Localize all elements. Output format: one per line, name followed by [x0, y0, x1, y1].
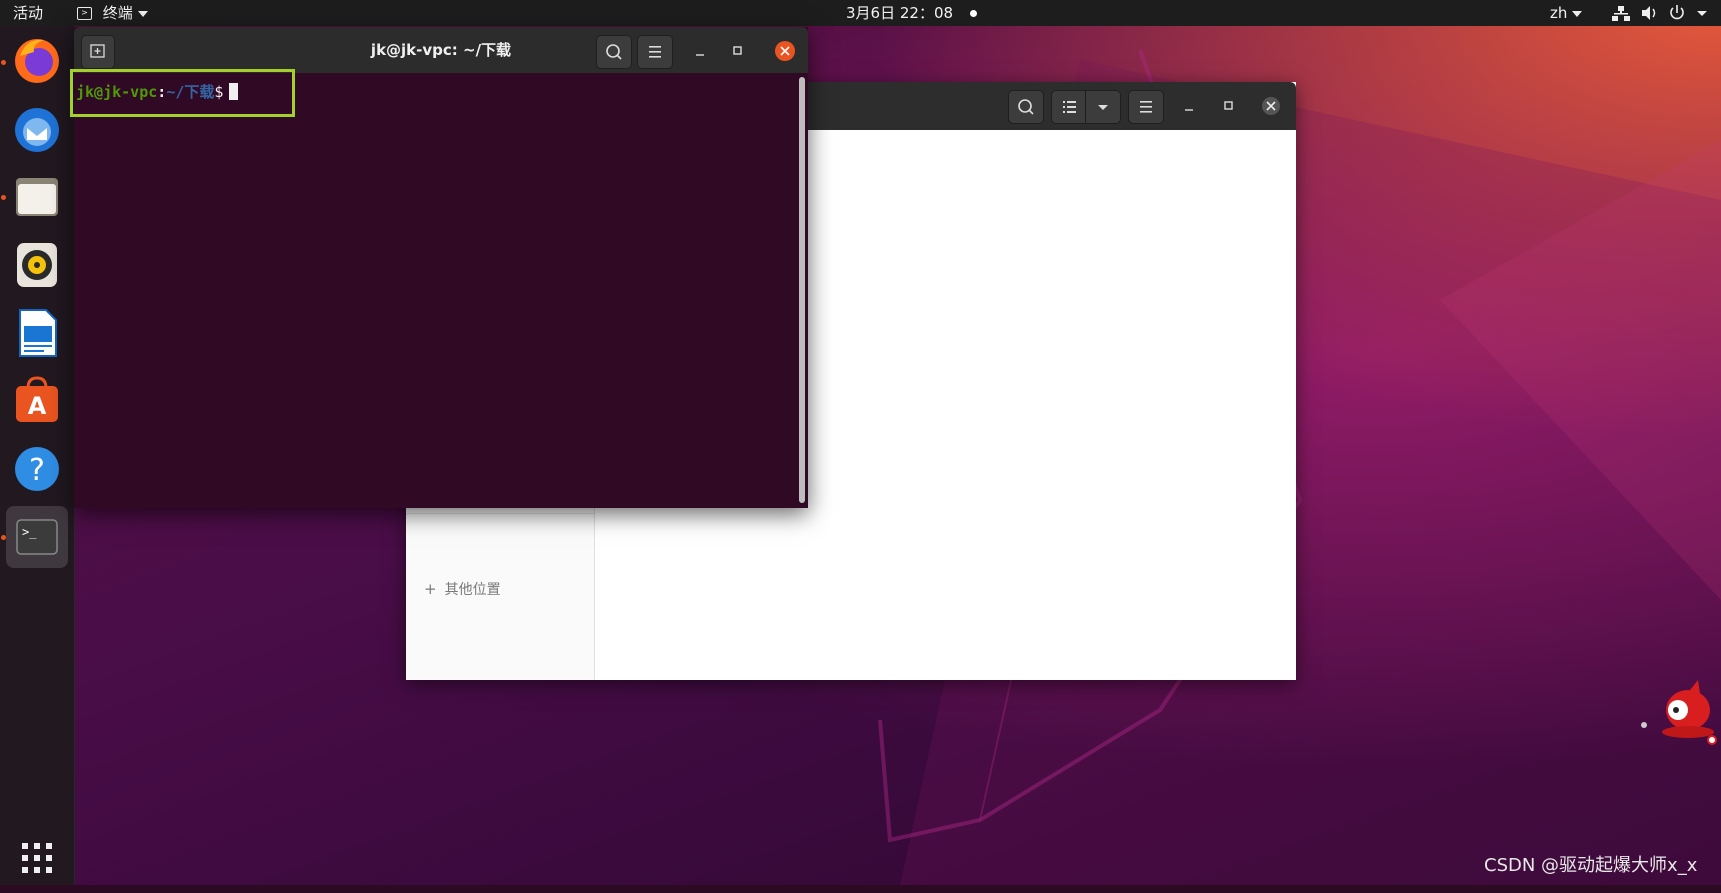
terminal-menu-button[interactable] [637, 35, 673, 69]
svg-text:A: A [28, 392, 47, 420]
files-search-button[interactable] [1008, 90, 1044, 124]
hamburger-menu-icon [649, 46, 661, 58]
chevron-down-icon [137, 10, 148, 17]
terminal-small-icon: > [77, 7, 92, 20]
mascot-icon [1641, 680, 1717, 745]
app-grid-icon [22, 843, 52, 873]
system-tray-icons [1612, 5, 1707, 21]
activities-button[interactable]: 活动 [13, 0, 43, 26]
terminal-window-controls [696, 41, 795, 61]
folder-icon [16, 178, 58, 216]
dock-item-software[interactable]: A [6, 370, 68, 432]
sidebar-item-label: 其他位置 [444, 582, 501, 598]
document-icon [19, 309, 57, 357]
dock-item-thunderbird[interactable] [6, 98, 68, 160]
dock-item-help[interactable]: ? [6, 438, 68, 500]
new-tab-button[interactable] [81, 35, 115, 69]
language-label: zh [1550, 4, 1568, 22]
sidebar-divider [406, 513, 594, 514]
top-bar: 活动 > 终端 3月6日 22：08 zh [0, 0, 1721, 26]
speaker-icon [17, 243, 57, 287]
maximize-icon [733, 46, 742, 55]
dock-item-rhythmbox[interactable] [6, 234, 68, 296]
network-icon [1612, 6, 1630, 21]
list-view-icon [1063, 101, 1076, 113]
terminal-search-button[interactable] [596, 35, 632, 69]
terminal-icon: >_ [16, 519, 58, 555]
hamburger-menu-icon [1140, 101, 1152, 113]
svg-text:>_: >_ [22, 525, 37, 539]
volume-icon [1642, 6, 1656, 20]
plus-icon: + [424, 580, 437, 598]
sidebar-item-other-places[interactable]: + 其他位置 [424, 579, 501, 599]
svg-text:?: ? [29, 453, 45, 488]
thunderbird-icon [15, 108, 59, 152]
clock-text: 3月6日 22：08 [846, 4, 954, 22]
dock: A ? >_ [0, 26, 75, 885]
chevron-down-icon [1572, 10, 1583, 17]
maximize-icon [1224, 101, 1233, 110]
files-view-options-button[interactable] [1085, 90, 1121, 124]
annotation-highlight-box [70, 69, 295, 117]
show-applications-button[interactable] [6, 827, 68, 889]
search-icon [606, 44, 622, 60]
files-window-controls [1185, 97, 1280, 115]
clock[interactable]: 3月6日 22：08 [846, 0, 977, 26]
system-menu[interactable] [1612, 0, 1712, 26]
language-indicator[interactable]: zh [1550, 0, 1583, 26]
terminal-output[interactable]: jk@jk-vpc:~/下载$ [74, 73, 808, 508]
notification-dot-icon [969, 10, 977, 17]
app-menu[interactable]: > 终端 [77, 0, 148, 26]
files-menu-button[interactable] [1128, 90, 1164, 124]
app-menu-label: 终端 [102, 4, 133, 22]
watermark: CSDN @驱动起爆大师x_x [1484, 855, 1698, 876]
dock-item-files[interactable] [6, 166, 68, 228]
shopping-bag-icon: A [16, 376, 58, 422]
search-icon [1018, 99, 1034, 115]
help-icon: ? [15, 447, 59, 491]
power-icon [1670, 5, 1684, 20]
dock-item-firefox[interactable] [6, 30, 68, 92]
chevron-down-icon [1697, 11, 1707, 16]
terminal-headerbar: jk@jk-vpc: ~/下载 [74, 27, 808, 73]
firefox-icon [15, 39, 59, 83]
dock-item-terminal[interactable]: >_ [6, 506, 68, 568]
terminal-scrollbar[interactable] [799, 77, 805, 503]
chevron-down-icon [1098, 105, 1108, 110]
dock-item-writer[interactable] [6, 302, 68, 364]
new-tab-icon [90, 44, 105, 58]
files-view-list-button[interactable] [1051, 90, 1087, 124]
